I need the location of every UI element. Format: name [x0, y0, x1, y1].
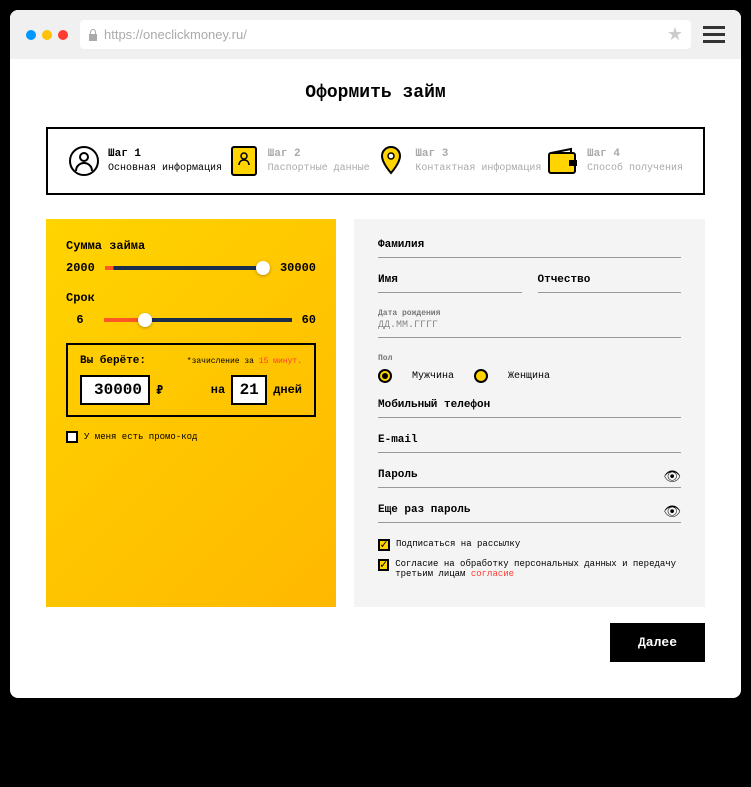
- promo-label: У меня есть промо-код: [84, 432, 197, 442]
- step-desc: Паспортные данные: [268, 162, 370, 175]
- main-row: Сумма займа 2000 30000 Срок 6 60 Вы берё…: [46, 219, 705, 607]
- window-close-icon[interactable]: [26, 30, 36, 40]
- steps-bar: Шаг 1 Основная информация Шаг 2 Паспортн…: [46, 127, 705, 195]
- lock-icon: [88, 29, 98, 41]
- step-desc: Способ получения: [587, 162, 683, 175]
- consent-checkbox[interactable]: [378, 559, 389, 571]
- surname-field[interactable]: Фамилия: [378, 239, 681, 258]
- registration-form: Фамилия Имя Отчество Дата рождения ДД.ММ…: [354, 219, 705, 607]
- amount-input[interactable]: [80, 375, 150, 405]
- location-pin-icon: [375, 145, 407, 177]
- eye-icon[interactable]: 👁: [663, 469, 681, 486]
- promo-row: У меня есть промо-код: [66, 431, 316, 443]
- amount-label: Сумма займа: [66, 239, 316, 253]
- window-maximize-icon[interactable]: [58, 30, 68, 40]
- url-text: https://oneclickmoney.ru/: [104, 27, 247, 42]
- loan-calculator: Сумма займа 2000 30000 Срок 6 60 Вы берё…: [46, 219, 336, 607]
- gender-female-radio[interactable]: [474, 369, 488, 383]
- subscribe-label: Подписаться на рассылку: [396, 539, 520, 549]
- loan-summary: Вы берёте: *зачисление за 15 минут. ₽ на…: [66, 343, 316, 417]
- step-1: Шаг 1 Основная информация: [68, 145, 222, 177]
- term-slider-row: 6 60: [66, 313, 316, 327]
- wallet-icon: [547, 145, 579, 177]
- step-title: Шаг 3: [415, 147, 541, 161]
- password-confirm-field[interactable]: Еще раз пароль: [378, 504, 681, 523]
- passport-icon: [228, 145, 260, 177]
- on-label: на: [211, 383, 225, 397]
- credit-note: *зачисление за 15 минут.: [187, 357, 302, 366]
- gender-male-label: Мужчина: [412, 371, 454, 382]
- dob-label: Дата рождения: [378, 309, 681, 320]
- bookmark-star-icon[interactable]: ★: [667, 24, 683, 45]
- step-title: Шаг 1: [108, 147, 222, 161]
- amount-slider-row: 2000 30000: [66, 261, 316, 275]
- password-field[interactable]: Пароль: [378, 469, 681, 488]
- step-title: Шаг 2: [268, 147, 370, 161]
- amount-slider[interactable]: [105, 266, 270, 270]
- step-2: Шаг 2 Паспортные данные: [228, 145, 370, 177]
- currency-label: ₽: [156, 383, 163, 398]
- window-minimize-icon[interactable]: [42, 30, 52, 40]
- email-field[interactable]: E-mail: [378, 434, 681, 453]
- url-bar[interactable]: https://oneclickmoney.ru/ ★: [80, 20, 691, 49]
- browser-window: https://oneclickmoney.ru/ ★ Оформить зай…: [10, 10, 741, 698]
- term-slider[interactable]: [104, 318, 292, 322]
- promo-checkbox[interactable]: [66, 431, 78, 443]
- step-4: Шаг 4 Способ получения: [547, 145, 683, 177]
- amount-min: 2000: [66, 261, 95, 275]
- gender-male-radio[interactable]: [378, 369, 392, 383]
- browser-chrome: https://oneclickmoney.ru/ ★: [10, 10, 741, 59]
- step-3: Шаг 3 Контактная информация: [375, 145, 541, 177]
- gender-female-label: Женщина: [508, 371, 550, 382]
- term-input[interactable]: [231, 375, 267, 405]
- person-icon: [68, 145, 100, 177]
- consent-link[interactable]: согласие: [471, 569, 514, 579]
- name-field[interactable]: Имя: [378, 274, 522, 293]
- menu-icon[interactable]: [703, 26, 725, 43]
- eye-icon[interactable]: 👁: [663, 504, 681, 521]
- page-content: Оформить займ Шаг 1 Основная информация …: [10, 59, 741, 698]
- patronymic-field[interactable]: Отчество: [538, 274, 682, 293]
- step-desc: Основная информация: [108, 162, 222, 175]
- term-min: 6: [66, 313, 94, 327]
- window-controls: [26, 30, 68, 40]
- dob-field[interactable]: ДД.ММ.ГГГГ: [378, 320, 681, 338]
- subscribe-checkbox[interactable]: [378, 539, 390, 551]
- days-label: дней: [273, 383, 302, 397]
- step-title: Шаг 4: [587, 147, 683, 161]
- term-label: Срок: [66, 291, 316, 305]
- term-max: 60: [302, 313, 316, 327]
- step-desc: Контактная информация: [415, 162, 541, 175]
- consent-text: Согласие на обработку персональных данны…: [395, 559, 681, 579]
- phone-field[interactable]: Мобильный телефон: [378, 399, 681, 418]
- amount-max: 30000: [280, 261, 316, 275]
- next-button[interactable]: Далее: [610, 623, 705, 662]
- page-title: Оформить займ: [46, 83, 705, 103]
- gender-label: Пол: [378, 354, 681, 365]
- take-label: Вы берёте:: [80, 355, 146, 367]
